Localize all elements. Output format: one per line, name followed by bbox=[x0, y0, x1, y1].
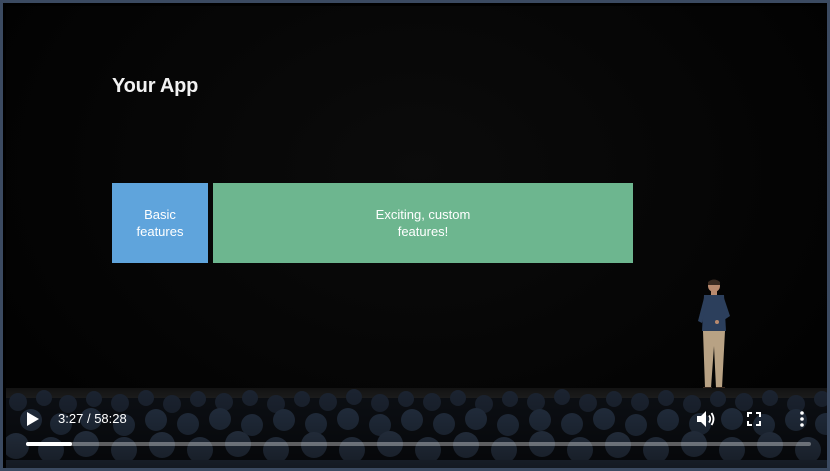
video-player: Your App Basic features Exciting, custom… bbox=[0, 0, 830, 471]
progress-played bbox=[26, 442, 73, 446]
controls-overlay bbox=[6, 391, 827, 468]
basic-features-box: Basic features bbox=[112, 183, 208, 263]
fullscreen-icon bbox=[747, 412, 761, 426]
custom-features-box: Exciting, custom features! bbox=[213, 183, 633, 263]
slide-title: Your App bbox=[112, 75, 199, 97]
fullscreen-button[interactable] bbox=[742, 407, 766, 431]
duration: 58:28 bbox=[94, 411, 127, 426]
volume-button[interactable] bbox=[694, 407, 718, 431]
more-vert-icon bbox=[800, 411, 804, 427]
progress-bar[interactable] bbox=[26, 442, 811, 446]
more-options-button[interactable] bbox=[790, 407, 814, 431]
video-stage[interactable]: Your App Basic features Exciting, custom… bbox=[6, 6, 827, 468]
play-button[interactable] bbox=[22, 408, 44, 430]
time-separator: / bbox=[86, 411, 91, 426]
volume-icon bbox=[697, 411, 715, 427]
presenter-figure bbox=[698, 279, 730, 391]
time-display: 3:27 / 58:28 bbox=[58, 411, 127, 426]
play-icon bbox=[27, 412, 39, 426]
current-time: 3:27 bbox=[58, 411, 84, 426]
